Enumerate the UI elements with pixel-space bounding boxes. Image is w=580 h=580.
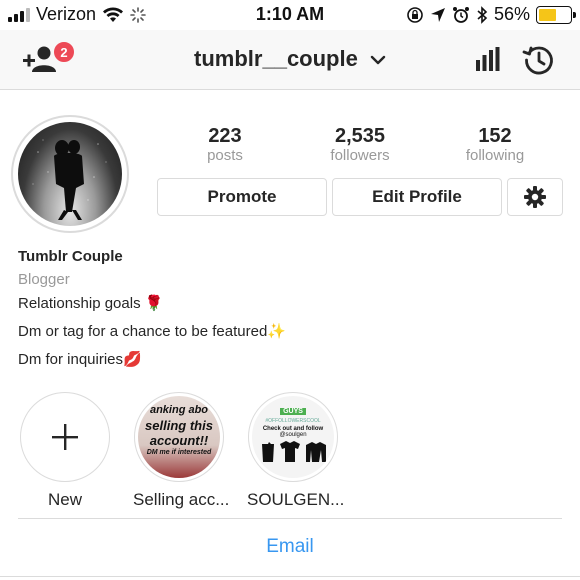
promote-button[interactable]: Promote xyxy=(157,178,327,216)
username-title: tumblr__couple xyxy=(194,46,358,71)
following-label: following xyxy=(465,147,525,164)
plus-icon xyxy=(52,424,78,450)
alarm-clock-icon xyxy=(452,6,469,23)
new-highlight-circle xyxy=(20,392,110,482)
cover-text: anking abo xyxy=(149,404,209,416)
followers-stat[interactable]: 2,535 followers xyxy=(300,125,420,165)
battery-icon xyxy=(536,5,576,24)
profile-category: Blogger xyxy=(18,271,70,288)
highlight-label: New xyxy=(47,490,82,509)
highlight-label: Selling acc... xyxy=(133,490,230,509)
cover-text: #OFFOLLOWERSCOOL xyxy=(265,418,321,424)
highlight-cover: GUYS #OFFOLLOWERSCOOL Check out and foll… xyxy=(252,396,334,478)
highlight-selling[interactable]: anking abo selling this account!! DM me … xyxy=(133,392,230,510)
posts-count: 223 xyxy=(208,125,242,147)
profile-name: Tumblr Couple xyxy=(18,248,123,265)
highlight-soulgen[interactable]: GUYS #OFFOLLOWERSCOOL Check out and foll… xyxy=(247,392,345,510)
edit-profile-button[interactable]: Edit Profile xyxy=(332,178,502,216)
cover-text: GUYS xyxy=(280,408,306,415)
couple-silhouette-image xyxy=(32,139,107,220)
divider xyxy=(18,518,562,519)
location-arrow-icon xyxy=(430,7,445,22)
bio-line: Relationship goals 🌹 xyxy=(18,295,164,312)
status-bar: Verizon 1:10 AM 56% xyxy=(0,0,580,30)
orientation-lock-icon xyxy=(407,6,423,23)
profile-nav-bar: 2 tumblr__couple xyxy=(0,30,580,90)
history-icon[interactable] xyxy=(522,43,556,77)
bio-line: Dm or tag for a chance to be featured✨ xyxy=(18,323,286,340)
profile-avatar[interactable] xyxy=(11,115,129,233)
insights-bar-chart-icon[interactable] xyxy=(474,46,500,72)
bio-line: Dm for inquiries💋 xyxy=(18,351,142,368)
chevron-down-icon xyxy=(370,55,386,65)
status-right: 56% xyxy=(406,4,576,25)
posts-label: posts xyxy=(207,147,243,164)
following-stat[interactable]: 152 following xyxy=(435,125,555,165)
highlight-cover: anking abo selling this account!! DM me … xyxy=(138,396,220,478)
following-count: 152 xyxy=(478,125,512,147)
followers-label: followers xyxy=(330,147,390,164)
apparel-image xyxy=(262,441,326,462)
cover-text: selling this xyxy=(145,418,213,433)
highlight-label: SOULGEN... xyxy=(247,490,345,509)
avatar-photo xyxy=(18,122,122,226)
divider xyxy=(0,576,580,577)
bluetooth-icon xyxy=(477,5,488,24)
cover-text: account!! xyxy=(149,433,209,448)
battery-percent: 56% xyxy=(493,4,530,24)
battery-level-fill xyxy=(539,8,556,21)
gear-icon xyxy=(524,186,546,208)
settings-button[interactable] xyxy=(507,178,563,216)
highlight-new[interactable]: New xyxy=(19,392,111,510)
cover-text: DM me if interested xyxy=(146,449,212,456)
cover-text: @soulgen xyxy=(279,432,307,438)
posts-stat[interactable]: 223 posts xyxy=(165,125,285,165)
email-contact-button[interactable]: Email xyxy=(0,536,580,558)
followers-count: 2,535 xyxy=(334,125,386,147)
